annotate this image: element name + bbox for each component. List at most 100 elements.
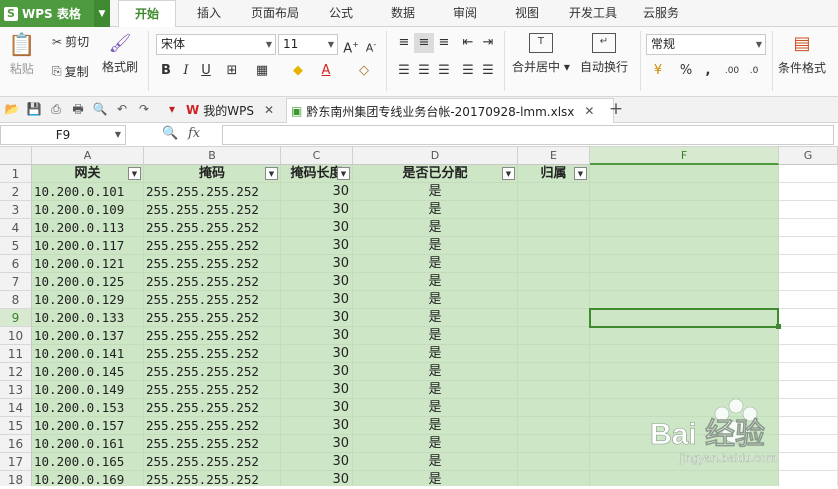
mask-cell[interactable]: 255.255.255.252	[144, 399, 281, 417]
allocated-cell[interactable]: 是	[353, 453, 518, 471]
export-pdf-icon[interactable]: ⎙	[48, 101, 64, 117]
gateway-cell[interactable]: 10.200.0.133	[32, 309, 144, 327]
doc-tab-spreadsheet[interactable]: ▣ 黔东南州集团专线业务台帐-20170928-lmm.xlsx ✕	[286, 98, 614, 125]
mask-length-cell[interactable]: 30	[281, 327, 353, 345]
gateway-cell[interactable]: 10.200.0.137	[32, 327, 144, 345]
row-header[interactable]: 1	[0, 165, 32, 183]
mask-cell[interactable]: 255.255.255.252	[144, 327, 281, 345]
cell-empty[interactable]	[518, 327, 590, 345]
merge-center-button[interactable]: T 合并居中 ▾	[512, 33, 570, 75]
row-header[interactable]: 18	[0, 471, 32, 486]
chevron-down-icon[interactable]: ▼	[94, 0, 110, 27]
cell-empty[interactable]	[518, 471, 590, 486]
tab-page-layout[interactable]: 页面布局	[242, 0, 308, 27]
mask-cell[interactable]: 255.255.255.252	[144, 183, 281, 201]
gateway-cell[interactable]: 10.200.0.157	[32, 417, 144, 435]
cell-empty[interactable]	[518, 363, 590, 381]
mask-length-cell[interactable]: 30	[281, 237, 353, 255]
gateway-cell[interactable]: 10.200.0.153	[32, 399, 144, 417]
cell-empty[interactable]	[779, 345, 838, 363]
row-header[interactable]: 16	[0, 435, 32, 453]
allocated-cell[interactable]: 是	[353, 435, 518, 453]
mask-length-cell[interactable]: 30	[281, 219, 353, 237]
currency-icon[interactable]: ¥	[648, 61, 668, 81]
cell-empty[interactable]	[590, 219, 779, 237]
cell-empty[interactable]	[590, 165, 779, 183]
allocated-cell[interactable]: 是	[353, 417, 518, 435]
paste-button[interactable]: 📋 粘贴	[8, 33, 35, 77]
row-header[interactable]: 14	[0, 399, 32, 417]
search-function-icon[interactable]: 🔍	[162, 126, 178, 141]
cell-empty[interactable]	[518, 237, 590, 255]
cell-empty[interactable]	[779, 237, 838, 255]
cell-empty[interactable]	[590, 273, 779, 291]
mask-cell[interactable]: 255.255.255.252	[144, 435, 281, 453]
fill-handle[interactable]	[776, 324, 781, 329]
font-color-icon[interactable]: A	[316, 61, 336, 81]
gateway-cell[interactable]: 10.200.0.113	[32, 219, 144, 237]
align-top-icon[interactable]: ≡	[394, 33, 414, 53]
distributed-icon[interactable]: ☰	[478, 61, 498, 81]
cell-empty[interactable]	[518, 417, 590, 435]
tab-insert[interactable]: 插入	[186, 0, 232, 27]
cell-empty[interactable]	[518, 435, 590, 453]
decrease-decimal-icon[interactable]: .0	[744, 61, 764, 81]
insert-function-icon[interactable]: fx	[188, 126, 200, 141]
align-left-icon[interactable]: ☰	[394, 61, 414, 81]
allocated-cell[interactable]: 是	[353, 273, 518, 291]
mask-cell[interactable]: 255.255.255.252	[144, 381, 281, 399]
mask-length-cell[interactable]: 30	[281, 201, 353, 219]
column-header-d[interactable]: D	[353, 147, 518, 165]
font-size-select[interactable]: 11 ▼	[278, 34, 338, 55]
row-header[interactable]: 17	[0, 453, 32, 471]
allocated-cell[interactable]: 是	[353, 363, 518, 381]
mask-length-cell[interactable]: 30	[281, 291, 353, 309]
mask-length-cell[interactable]: 30	[281, 363, 353, 381]
print-preview-icon[interactable]: 🔍	[92, 101, 108, 117]
allocated-cell[interactable]: 是	[353, 309, 518, 327]
header-cell[interactable]: 归属 ▼	[518, 165, 590, 183]
clear-format-icon[interactable]: ◇	[354, 61, 374, 81]
new-tab-plus-icon[interactable]: +	[608, 101, 624, 118]
cell-empty[interactable]	[779, 165, 838, 183]
align-center-icon[interactable]: ☰	[414, 61, 434, 81]
cell-empty[interactable]	[779, 219, 838, 237]
gateway-cell[interactable]: 10.200.0.125	[32, 273, 144, 291]
cell-empty[interactable]	[518, 309, 590, 327]
wrap-text-button[interactable]: ↵ 自动换行	[580, 33, 628, 75]
allocated-cell[interactable]: 是	[353, 291, 518, 309]
mask-length-cell[interactable]: 30	[281, 255, 353, 273]
app-menu-button[interactable]: S WPS 表格 ▼	[0, 0, 110, 27]
cell-empty[interactable]	[590, 291, 779, 309]
gateway-cell[interactable]: 10.200.0.121	[32, 255, 144, 273]
cell-empty[interactable]	[779, 273, 838, 291]
header-cell[interactable]: 掩码 ▼	[144, 165, 281, 183]
mask-cell[interactable]: 255.255.255.252	[144, 273, 281, 291]
column-header-g[interactable]: G	[779, 147, 838, 165]
cell-empty[interactable]	[518, 219, 590, 237]
mask-cell[interactable]: 255.255.255.252	[144, 345, 281, 363]
allocated-cell[interactable]: 是	[353, 219, 518, 237]
borders-icon[interactable]: ⊞	[222, 61, 242, 81]
mask-cell[interactable]: 255.255.255.252	[144, 363, 281, 381]
cell-empty[interactable]	[779, 291, 838, 309]
filter-dropdown-icon[interactable]: ▼	[265, 167, 278, 180]
gateway-cell[interactable]: 10.200.0.169	[32, 471, 144, 486]
row-header[interactable]: 8	[0, 291, 32, 309]
name-box[interactable]: F9 ▼	[0, 125, 126, 145]
filter-dropdown-icon[interactable]: ▼	[502, 167, 515, 180]
mask-length-cell[interactable]: 30	[281, 309, 353, 327]
align-middle-icon[interactable]: ≡	[414, 33, 434, 53]
tab-cloud-services[interactable]: 云服务	[636, 0, 686, 27]
cell-empty[interactable]	[518, 255, 590, 273]
cell-empty[interactable]	[779, 327, 838, 345]
mask-cell[interactable]: 255.255.255.252	[144, 255, 281, 273]
mask-cell[interactable]: 255.255.255.252	[144, 453, 281, 471]
tab-review[interactable]: 审阅	[442, 0, 488, 27]
undo-icon[interactable]: ↶	[114, 101, 130, 117]
cell-empty[interactable]	[518, 183, 590, 201]
gateway-cell[interactable]: 10.200.0.101	[32, 183, 144, 201]
format-painter-button[interactable]: 🖌 格式刷	[102, 33, 138, 75]
cell-empty[interactable]	[590, 363, 779, 381]
tab-view[interactable]: 视图	[504, 0, 550, 27]
